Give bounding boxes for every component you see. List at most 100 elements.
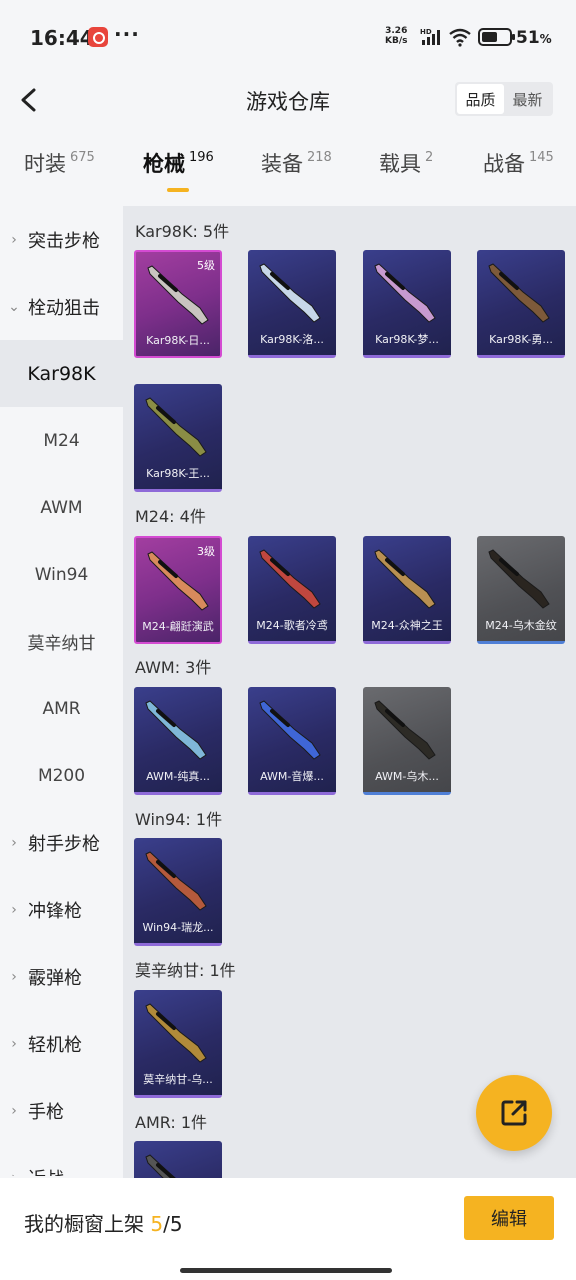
- group-title-awm: AWM: 3件: [135, 658, 212, 677]
- netease-app-icon: [88, 27, 108, 47]
- item-name: 莫辛纳甘-乌...: [143, 1073, 213, 1086]
- item-card[interactable]: M24-众神之王: [363, 536, 451, 644]
- battery-icon: [478, 28, 515, 46]
- group-title-win94: Win94: 1件: [135, 810, 223, 829]
- sidebar-item-mosin[interactable]: 莫辛纳甘: [0, 608, 123, 675]
- item-name: Kar98K-王...: [146, 467, 210, 480]
- group-title-m24: M24: 4件: [135, 507, 206, 526]
- item-card[interactable]: M24-翩跹演武 3级: [134, 536, 222, 644]
- item-card[interactable]: AWM-音爆...: [248, 687, 336, 795]
- sidebar-item-bolt-snipers[interactable]: ⌄ 栓动狙击: [0, 273, 123, 340]
- sidebar: › 突击步枪 ⌄ 栓动狙击 Kar98K M24 AWM Win94 莫辛纳甘 AM…: [0, 206, 123, 1176]
- chevron-right-icon: ›: [11, 968, 17, 985]
- wifi-icon: [449, 28, 471, 47]
- rifle-icon: [374, 549, 436, 609]
- rifle-icon: [145, 1154, 176, 1178]
- tab-vehicles[interactable]: 载具 2: [379, 148, 433, 198]
- item-name: Win94-瑞龙...: [142, 921, 214, 934]
- tab-equipment[interactable]: 装备 218: [261, 148, 332, 198]
- group-title-kar98k: Kar98K: 5件: [135, 222, 230, 241]
- rifle-icon: [145, 851, 207, 911]
- chevron-right-icon: ›: [11, 834, 17, 851]
- sidebar-item-lmgs[interactable]: › 轻机枪: [0, 1010, 123, 1077]
- group-title-amr: AMR: 1件: [135, 1113, 208, 1132]
- sidebar-item-smgs[interactable]: › 冲锋枪: [0, 876, 123, 943]
- sidebar-item-pistols[interactable]: › 手枪: [0, 1077, 123, 1144]
- item-card[interactable]: M24-乌木金纹: [477, 536, 565, 644]
- group-title-mosin: 莫辛纳甘: 1件: [135, 961, 236, 980]
- tab-label: 战备: [483, 152, 525, 176]
- sidebar-item-win94[interactable]: Win94: [0, 541, 123, 608]
- share-fab-button[interactable]: [476, 1075, 552, 1151]
- edit-button[interactable]: 编辑: [464, 1196, 554, 1240]
- sidebar-item-m200[interactable]: M200: [0, 742, 123, 809]
- item-card[interactable]: Kar98K-梦...: [363, 250, 451, 358]
- sidebar-item-label: AMR: [42, 698, 81, 719]
- tab-label: 时装: [24, 152, 66, 176]
- bottom-bar: 我的橱窗上架 5/5 编辑: [0, 1178, 576, 1280]
- item-card[interactable]: M24-歌者冷鸢: [248, 536, 336, 644]
- shelf-current-count: 5: [150, 1212, 164, 1236]
- item-card[interactable]: 莫辛纳甘-乌...: [134, 990, 222, 1098]
- chevron-right-icon: ›: [11, 901, 17, 918]
- battery-percent: 51%: [516, 28, 552, 48]
- header: 游戏仓库 品质 最新: [0, 72, 576, 128]
- item-card[interactable]: AWM-乌木...: [363, 687, 451, 795]
- tab-label: 枪械: [143, 152, 185, 176]
- shelf-status: 我的橱窗上架 5/5: [24, 1208, 183, 1237]
- rifle-icon: [259, 549, 321, 609]
- sidebar-item-m24[interactable]: M24: [0, 407, 123, 474]
- network-speed: 3.26 KB/s: [385, 26, 408, 46]
- item-card[interactable]: Kar98K-王...: [134, 384, 222, 492]
- category-tabs: 时装 675 枪械 196 装备 218 载具 2 战备 145: [0, 148, 576, 204]
- shelf-label: 我的橱窗上架: [24, 1212, 144, 1236]
- item-grid: Kar98K: 5件 Kar98K-日... 5级 Kar98K-洛... Kar…: [123, 206, 576, 1178]
- rifle-icon: [488, 549, 550, 609]
- signal-icon: HD: [420, 28, 440, 45]
- sidebar-item-shotguns[interactable]: › 霰弹枪: [0, 943, 123, 1010]
- sidebar-item-label: 栓动狙击: [28, 297, 100, 319]
- sidebar-item-label: 手枪: [28, 1101, 64, 1123]
- hd-badge: HD: [420, 28, 432, 36]
- rifle-icon: [374, 700, 436, 760]
- home-indicator: [180, 1268, 392, 1273]
- item-name: AWM-乌木...: [375, 770, 439, 783]
- sidebar-item-marksman-rifles[interactable]: › 射手步枪: [0, 809, 123, 876]
- sort-quality-button[interactable]: 品质: [457, 84, 504, 114]
- tab-count: 145: [529, 150, 554, 165]
- level-badge: 3级: [197, 545, 215, 558]
- item-name: AWM-音爆...: [260, 770, 324, 783]
- chevron-down-icon: ⌄: [8, 298, 20, 315]
- tab-supplies[interactable]: 战备 145: [483, 148, 554, 198]
- item-card[interactable]: Kar98K-勇...: [477, 250, 565, 358]
- sidebar-item-label: 霰弹枪: [28, 967, 82, 989]
- tab-count: 218: [307, 150, 332, 165]
- sidebar-item-kar98k[interactable]: Kar98K: [0, 340, 123, 407]
- sort-latest-button[interactable]: 最新: [504, 84, 551, 114]
- sidebar-item-melee[interactable]: ›近战: [0, 1144, 123, 1177]
- item-card[interactable]: [134, 1141, 222, 1178]
- item-card[interactable]: Kar98K-日... 5级: [134, 250, 222, 358]
- tab-label: 载具: [379, 152, 421, 176]
- chevron-right-icon: ›: [0, 1170, 28, 1177]
- item-card[interactable]: Kar98K-洛...: [248, 250, 336, 358]
- item-card[interactable]: AWM-纯真...: [134, 687, 222, 795]
- sidebar-item-label: Win94: [34, 564, 89, 585]
- item-name: Kar98K-勇...: [489, 333, 553, 346]
- sidebar-item-label: M200: [37, 765, 86, 786]
- item-card[interactable]: Win94-瑞龙...: [134, 838, 222, 946]
- sidebar-item-label: 莫辛纳甘: [27, 634, 96, 654]
- rifle-icon: [488, 263, 550, 323]
- item-name: M24-乌木金纹: [485, 619, 557, 632]
- rifle-icon: [145, 397, 207, 457]
- tab-count: 2: [425, 150, 434, 165]
- sort-toggle: 品质 最新: [455, 82, 553, 116]
- sidebar-item-awm[interactable]: AWM: [0, 474, 123, 541]
- tab-count: 196: [189, 150, 214, 165]
- sidebar-item-label: 射手步枪: [28, 833, 100, 855]
- tab-fashion[interactable]: 时装 675: [24, 148, 95, 198]
- sidebar-item-assault-rifles[interactable]: › 突击步枪: [0, 206, 123, 273]
- item-name: Kar98K-梦...: [375, 333, 439, 346]
- rifle-icon: [147, 551, 209, 611]
- sidebar-item-amr[interactable]: AMR: [0, 675, 123, 742]
